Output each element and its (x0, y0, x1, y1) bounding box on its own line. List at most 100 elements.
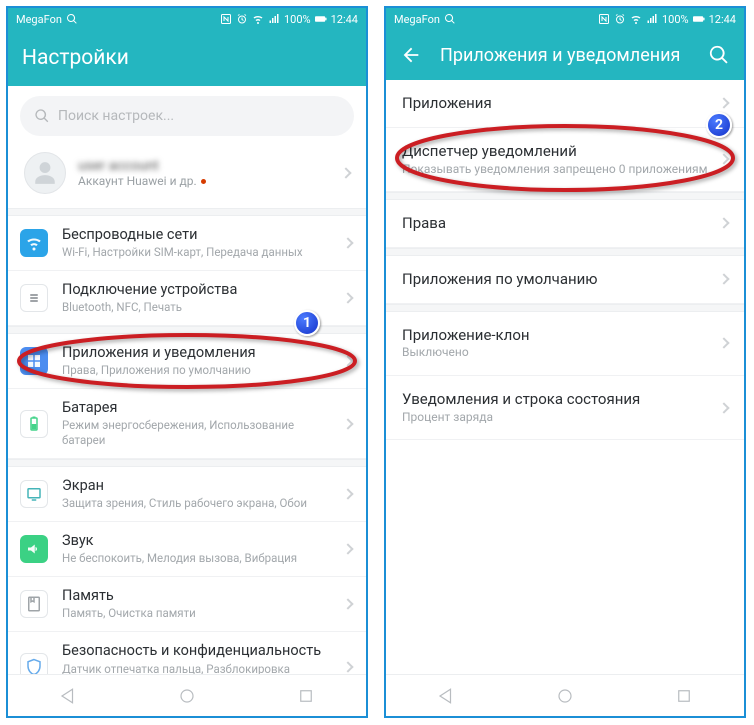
chevron-right-icon (342, 544, 353, 555)
settings-item-sound[interactable]: ЗвукНе беспокоить, Мелодия вызова, Вибра… (8, 522, 366, 577)
divider (8, 208, 366, 216)
chevron-right-icon (340, 167, 351, 178)
nav-bar (386, 674, 744, 716)
apps-item-default[interactable]: Приложения по умолчанию (386, 256, 744, 304)
item-title: Права (402, 214, 714, 233)
nfc-icon (598, 13, 610, 25)
wifi-icon (252, 13, 264, 25)
chevron-right-icon (342, 661, 353, 672)
settings-item-storage[interactable]: ПамятьПамять, Очистка памяти (8, 577, 366, 632)
account-name: user account (78, 158, 336, 174)
item-subtitle: Показывать уведомления запрещено 0 прило… (402, 162, 714, 178)
avatar-icon (24, 152, 66, 194)
status-bar: MegaFon 100% 12:44 (8, 8, 366, 30)
divider (8, 459, 366, 467)
devconn-icon (20, 284, 48, 312)
signal-icon (646, 13, 658, 25)
item-title: Беспроводные сети (62, 226, 338, 244)
settings-item-wireless[interactable]: Беспроводные сетиWi-Fi, Настройки SIM-ка… (8, 216, 366, 271)
chevron-right-icon (342, 418, 353, 429)
battery-pct: 100% (284, 13, 311, 26)
apps-item-notif[interactable]: Диспетчер уведомленийПоказывать уведомле… (386, 128, 744, 192)
item-title: Приложения по умолчанию (402, 270, 714, 289)
item-subtitle: Режим энергосбережения, Использование ба… (62, 418, 338, 448)
item-title: Подключение устройства (62, 281, 338, 299)
nav-recent-icon[interactable] (297, 687, 315, 705)
chevron-right-icon (718, 402, 729, 413)
search-small-icon (444, 13, 456, 25)
wifi-icon (630, 13, 642, 25)
alarm-icon (236, 13, 248, 25)
item-title: Приложение-клон (402, 326, 714, 345)
chevron-right-icon (342, 489, 353, 500)
notification-dot-icon (201, 179, 206, 184)
item-title: Диспетчер уведомлений (402, 142, 714, 161)
apps-item-clone[interactable]: Приложение-клонВыключено (386, 312, 744, 376)
search-icon (34, 108, 50, 124)
item-subtitle: Память, Очистка памяти (62, 606, 338, 621)
item-title: Батарея (62, 399, 338, 417)
item-title: Безопасность и конфиденциальность (62, 642, 338, 660)
page-title: Приложения и уведомления (422, 45, 708, 66)
item-subtitle: Выключено (402, 345, 714, 361)
clock: 12:44 (709, 13, 736, 26)
nav-home-icon[interactable] (556, 687, 574, 705)
wireless-icon (20, 229, 48, 257)
nfc-icon (220, 13, 232, 25)
nav-home-icon[interactable] (178, 687, 196, 705)
nav-back-icon[interactable] (59, 687, 77, 705)
chevron-right-icon (342, 599, 353, 610)
chevron-right-icon (342, 292, 353, 303)
battery-pct: 100% (662, 13, 689, 26)
apps-item-perms[interactable]: Права (386, 200, 744, 248)
account-sub: Аккаунт Huawei и др. (78, 174, 197, 188)
chevron-right-icon (342, 355, 353, 366)
search-icon[interactable] (708, 44, 730, 66)
apps-item-statusrow[interactable]: Уведомления и строка состоянияПроцент за… (386, 376, 744, 440)
nav-recent-icon[interactable] (675, 687, 693, 705)
settings-search[interactable]: Поиск настроек... (20, 96, 354, 136)
page-header: Настройки (8, 30, 366, 86)
page-header: Приложения и уведомления (386, 30, 744, 80)
settings-screen: MegaFon 100% 12:44 Настройки Поиск настр… (6, 6, 368, 718)
storage-icon (20, 590, 48, 618)
item-subtitle: Не беспокоить, Мелодия вызова, Вибрация (62, 551, 338, 566)
chevron-right-icon (718, 218, 729, 229)
search-placeholder: Поиск настроек... (58, 108, 174, 124)
battery-icon (693, 13, 705, 25)
item-title: Уведомления и строка состояния (402, 390, 714, 409)
item-subtitle: Защита зрения, Стиль рабочего экрана, Об… (62, 496, 338, 511)
account-row[interactable]: user account Аккаунт Huawei и др. (8, 142, 366, 208)
settings-item-display[interactable]: ЭкранЗащита зрения, Стиль рабочего экран… (8, 467, 366, 522)
battery-icon (315, 13, 327, 25)
settings-item-battery[interactable]: БатареяРежим энергосбережения, Использов… (8, 389, 366, 459)
item-title: Приложения (402, 94, 714, 113)
settings-item-apps[interactable]: Приложения и уведомленияПрава, Приложени… (8, 334, 366, 389)
divider (386, 304, 744, 312)
carrier-label: MegaFon (394, 13, 440, 26)
alarm-icon (614, 13, 626, 25)
divider (386, 248, 744, 256)
carrier-label: MegaFon (16, 13, 62, 26)
item-subtitle: Bluetooth, NFC, Печать (62, 300, 338, 315)
chevron-right-icon (342, 237, 353, 248)
item-title: Звук (62, 532, 338, 550)
sound-icon (20, 535, 48, 563)
chevron-right-icon (718, 98, 729, 109)
apps-notifications-screen: MegaFon 100% 12:44 Приложения и уведомле… (384, 6, 746, 718)
display-icon (20, 480, 48, 508)
item-title: Экран (62, 477, 338, 495)
back-icon[interactable] (400, 44, 422, 66)
page-title: Настройки (22, 46, 129, 70)
chevron-right-icon (718, 274, 729, 285)
annotation-badge-1: 1 (294, 310, 320, 336)
item-subtitle: Wi-Fi, Настройки SIM-карт, Передача данн… (62, 245, 338, 260)
item-subtitle: Права, Приложения по умолчанию (62, 363, 338, 378)
apps-item-apps[interactable]: Приложения (386, 80, 744, 128)
nav-bar (8, 674, 366, 716)
chevron-right-icon (718, 338, 729, 349)
nav-back-icon[interactable] (437, 687, 455, 705)
apps-icon (20, 347, 48, 375)
item-subtitle: Процент заряда (402, 410, 714, 426)
signal-icon (268, 13, 280, 25)
